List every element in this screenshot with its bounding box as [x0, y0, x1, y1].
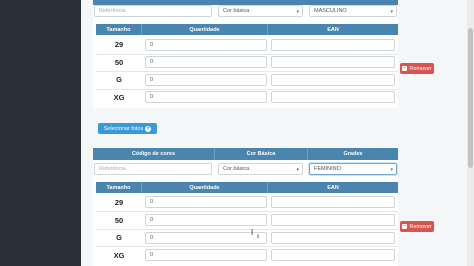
remove-button-2-label: Remover	[409, 223, 432, 230]
chevron-down-icon: ▾	[390, 167, 393, 173]
basic-color-header: Cor Básica	[215, 148, 308, 160]
text-cursor-icon: I	[251, 228, 254, 237]
ean-input[interactable]	[271, 91, 395, 103]
gender-select-1-value: MASCULINO	[314, 8, 347, 14]
row-divider	[96, 246, 398, 247]
remove-button-2[interactable]: − Remover	[400, 221, 434, 232]
size-table-header-1: Tamanho Quantidade EAN	[96, 24, 398, 35]
size-label: 29	[114, 198, 124, 207]
gender-select-2[interactable]: FEMININO ▾	[309, 163, 397, 175]
row-divider	[96, 71, 398, 72]
color-select-2[interactable]: Cor básica ▾	[218, 163, 303, 175]
grades-header: Grades	[343, 151, 363, 157]
size-table-header-2: Tamanho Quantidade EAN	[96, 182, 398, 193]
size-label: G	[116, 233, 122, 242]
quantity-column-header: Quantidade	[142, 182, 268, 193]
quantity-input[interactable]: 0	[145, 232, 267, 244]
quantity-input[interactable]: 0	[145, 74, 267, 86]
variant-2-header: Código de cores Cor Básica Grades	[93, 148, 398, 160]
reference-input-1[interactable]: Referência	[94, 5, 212, 17]
size-label: 50	[114, 216, 124, 225]
size-label: G	[116, 75, 122, 84]
color-select-1[interactable]: Cor básica ▾	[218, 5, 303, 17]
quantity-input[interactable]: 0	[145, 56, 267, 68]
select-photos-button[interactable]: Selecionar fotos +	[98, 123, 157, 134]
remove-button-1[interactable]: − Remover	[400, 63, 434, 74]
color-code-header: Código de cores	[93, 148, 215, 160]
quantity-input[interactable]: 0	[145, 196, 267, 208]
ean-input[interactable]	[271, 249, 395, 261]
chevron-down-icon: ▾	[390, 9, 393, 15]
gender-select-2-value: FEMININO	[314, 166, 341, 172]
row-divider	[96, 211, 398, 212]
gender-select-1[interactable]: MASCULINO ▾	[309, 5, 397, 17]
minus-square-icon: −	[402, 223, 408, 229]
color-select-2-value: Cor básica	[223, 166, 250, 172]
reference-input-2[interactable]: Referência	[94, 163, 212, 175]
size-label: XG	[113, 251, 125, 260]
ean-input[interactable]	[271, 232, 395, 244]
size-label: 50	[114, 58, 124, 67]
color-select-1-value: Cor básica	[223, 8, 250, 14]
quantity-input[interactable]: 0	[145, 249, 267, 261]
ean-column-header: EAN	[327, 26, 339, 33]
stepper-icon[interactable]: ⇕	[256, 234, 260, 240]
chevron-down-icon: ▾	[296, 167, 299, 173]
quantity-input[interactable]: 0	[145, 91, 267, 103]
plus-circle-icon: +	[145, 125, 152, 132]
scrollbar-thumb[interactable]	[468, 28, 473, 168]
quantity-column-header: Quantidade	[142, 24, 268, 35]
ean-input[interactable]	[271, 56, 395, 68]
ean-input[interactable]	[271, 196, 395, 208]
ean-column-header: EAN	[327, 184, 339, 191]
row-divider	[96, 54, 398, 55]
row-divider	[96, 229, 398, 230]
ean-input[interactable]	[271, 74, 395, 86]
size-column-header: Tamanho	[96, 182, 142, 193]
size-column-header: Tamanho	[96, 24, 142, 35]
row-divider	[96, 89, 398, 90]
quantity-input[interactable]: 0	[145, 214, 267, 226]
minus-square-icon: −	[402, 65, 408, 71]
remove-button-1-label: Remover	[409, 65, 432, 72]
select-photos-label: Selecionar fotos	[103, 125, 144, 132]
size-label: 29	[114, 40, 124, 49]
left-sidebar	[0, 0, 81, 266]
chevron-down-icon: ▾	[296, 9, 299, 15]
ean-input[interactable]	[271, 39, 395, 51]
quantity-input[interactable]: 0	[145, 39, 267, 51]
ean-input[interactable]	[271, 214, 395, 226]
size-label: XG	[113, 93, 125, 102]
